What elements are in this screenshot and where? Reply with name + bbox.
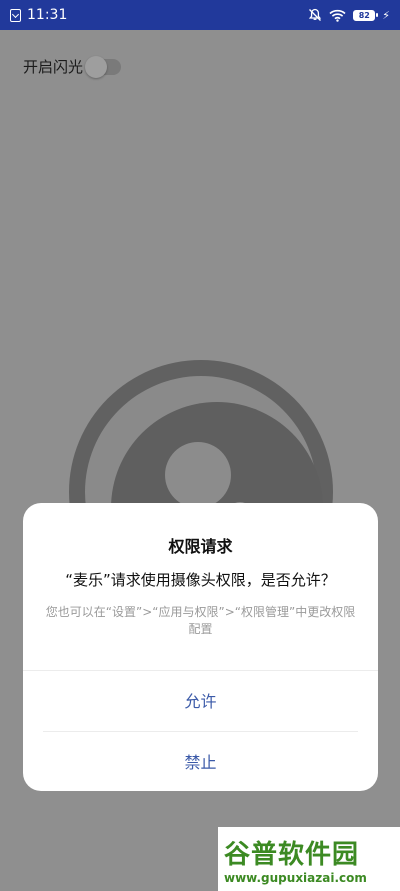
- notification-icon: [10, 8, 21, 22]
- battery-level: 82: [358, 10, 370, 20]
- status-time: 11:31: [27, 7, 68, 23]
- lens-highlight-large: [165, 442, 231, 508]
- dialog-hint: 您也可以在“设置”>“应用与权限”>“权限管理”中更改权限配置: [45, 605, 356, 636]
- status-left: 11:31: [10, 7, 67, 23]
- dialog-message: “麦乐”请求使用摄像头权限，是否允许？: [65, 571, 336, 589]
- watermark-title: 谷普软件园: [224, 839, 360, 870]
- flash-toggle-row: 开启闪光: [23, 55, 122, 78]
- watermark-logo: 谷普软件园 www.gupuxiazai.com: [218, 827, 400, 891]
- status-right: 82 ⚡: [308, 8, 390, 22]
- permission-dialog: 权限请求 “麦乐”请求使用摄像头权限，是否允许？ 您也可以在“设置”>“应用与权…: [23, 503, 378, 791]
- watermark-url: www.gupuxiazai.com: [224, 870, 367, 885]
- flash-toggle[interactable]: [85, 55, 122, 78]
- toggle-knob: [85, 55, 108, 78]
- deny-button[interactable]: 禁止: [23, 732, 378, 790]
- battery-icon: 82: [353, 9, 379, 21]
- status-bar: 11:31 82 ⚡: [0, 0, 400, 30]
- charging-icon: ⚡: [382, 8, 390, 22]
- mute-icon: [309, 8, 322, 21]
- flash-label: 开启闪光: [23, 58, 84, 76]
- allow-button[interactable]: 允许: [23, 671, 378, 729]
- wifi-icon: [329, 9, 346, 22]
- dialog-title: 权限请求: [168, 537, 233, 556]
